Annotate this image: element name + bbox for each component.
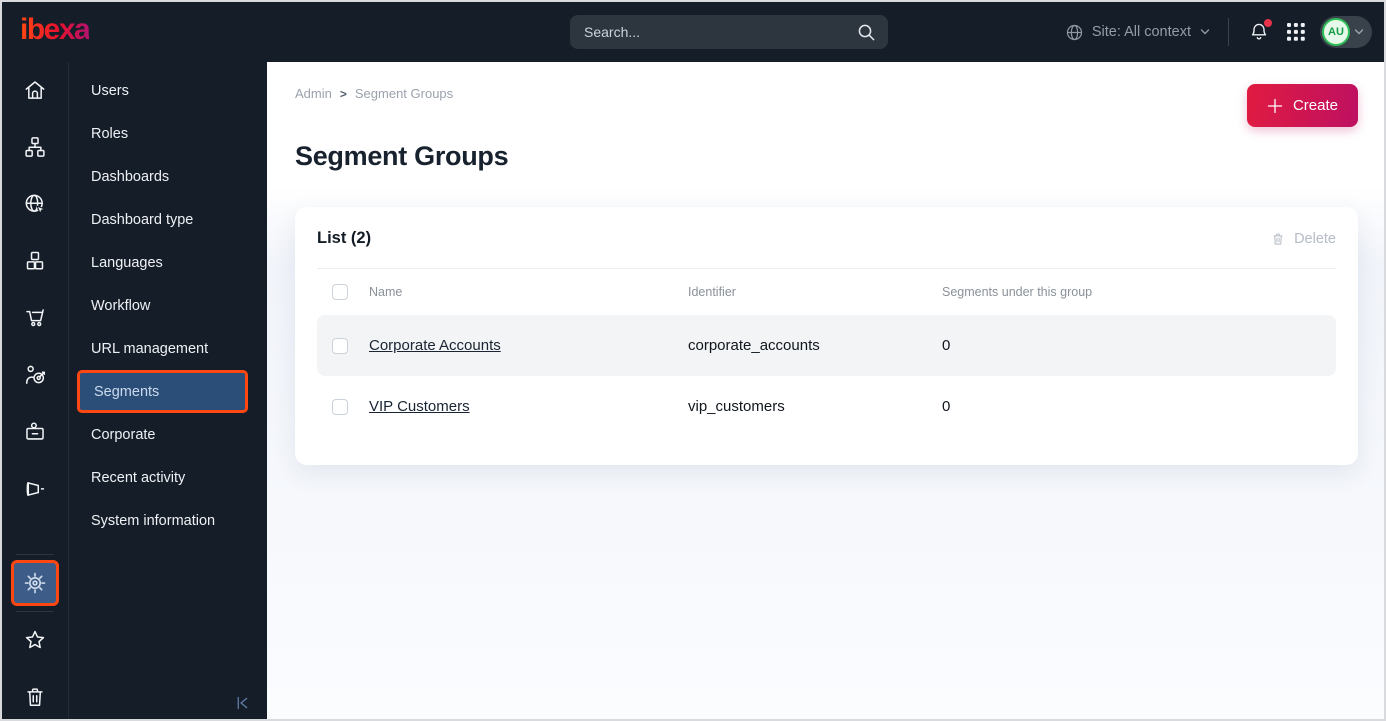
menu-item-users[interactable]: Users <box>69 69 267 112</box>
star-icon <box>22 627 48 653</box>
nav-home[interactable] <box>2 62 68 119</box>
delete-button-label: Delete <box>1294 230 1336 247</box>
page-title: Segment Groups <box>295 141 509 171</box>
create-button[interactable]: Create <box>1246 84 1358 127</box>
menu-item-roles[interactable]: Roles <box>69 112 267 155</box>
apps-grid-button[interactable] <box>1285 21 1307 43</box>
menu-item-segments-active[interactable]: Segments <box>77 370 248 413</box>
topbar-actions: Site: All context AU <box>1065 2 1372 62</box>
segment-group-link[interactable]: Corporate Accounts <box>369 337 501 354</box>
content-tree-icon <box>22 134 48 160</box>
cart-icon <box>22 305 48 331</box>
boxes-icon <box>22 248 48 274</box>
globe-cursor-icon <box>22 191 48 217</box>
trash-icon <box>1270 231 1286 247</box>
breadcrumb: Admin > Segment Groups <box>295 86 1358 101</box>
list-title: List (2) <box>317 229 372 247</box>
ibexa-logo: ibexa <box>20 15 91 49</box>
column-header-segments: Segments under this group <box>942 285 1093 299</box>
breadcrumb-admin[interactable]: Admin <box>295 86 332 101</box>
table-header-row: Name Identifier Segments under this grou… <box>317 269 1336 315</box>
rail-divider <box>16 611 54 613</box>
chevron-down-icon <box>1199 26 1211 38</box>
row-identifier: vip_customers <box>688 398 785 415</box>
menu-item-dashboard-type[interactable]: Dashboard type <box>69 198 267 241</box>
megaphone-icon <box>22 476 48 502</box>
segment-groups-list-card: List (2) Delete Name Identifier Segments… <box>295 207 1358 465</box>
table-row: VIP Customers vip_customers 0 <box>317 376 1336 437</box>
row-checkbox[interactable] <box>332 337 348 354</box>
user-menu[interactable]: AU <box>1320 16 1372 48</box>
column-header-name: Name <box>369 285 403 299</box>
main-content: Admin > Segment Groups Create Segment Gr… <box>267 62 1384 719</box>
grid-icon <box>1287 23 1305 41</box>
nav-content-tree[interactable] <box>2 119 68 176</box>
row-segments-count: 0 <box>942 398 951 415</box>
site-context-selector[interactable]: Site: All context <box>1065 23 1211 42</box>
search-input[interactable] <box>584 24 856 40</box>
topbar-divider <box>1228 18 1229 46</box>
menu-item-recent-activity[interactable]: Recent activity <box>69 456 267 499</box>
nav-site[interactable] <box>2 176 68 233</box>
menu-item-system-information[interactable]: System information <box>69 499 267 542</box>
icon-rail <box>2 62 69 719</box>
table-row: Corporate Accounts corporate_accounts 0 <box>317 315 1336 376</box>
menu-item-languages[interactable]: Languages <box>69 241 267 284</box>
nav-customer-portal[interactable] <box>2 403 68 460</box>
column-header-identifier: Identifier <box>688 285 736 299</box>
notification-badge <box>1264 19 1272 27</box>
notifications-button[interactable] <box>1246 19 1272 45</box>
topbar: ibexa Site: All context <box>2 2 1384 62</box>
person-target-icon <box>22 362 48 388</box>
avatar: AU <box>1322 18 1350 46</box>
nav-personalization[interactable] <box>2 347 68 404</box>
breadcrumb-separator: > <box>339 86 347 101</box>
create-button-label: Create <box>1292 97 1338 114</box>
row-identifier: corporate_accounts <box>688 337 820 354</box>
nav-commerce[interactable] <box>2 290 68 347</box>
nav-admin-active[interactable] <box>11 560 59 607</box>
gear-icon <box>22 570 48 596</box>
collapse-icon <box>231 693 251 713</box>
trash-icon <box>22 684 48 710</box>
delete-button[interactable]: Delete <box>1270 231 1336 247</box>
search-icon[interactable] <box>856 22 876 42</box>
nav-products[interactable] <box>2 233 68 290</box>
menu-item-workflow[interactable]: Workflow <box>69 284 267 327</box>
home-icon <box>22 77 48 103</box>
nav-trash[interactable] <box>2 675 68 719</box>
chevron-down-icon <box>1353 26 1365 38</box>
select-all-checkbox[interactable] <box>332 284 348 300</box>
menu-item-url-management[interactable]: URL management <box>69 327 267 370</box>
row-checkbox[interactable] <box>332 398 348 415</box>
nav-campaigns[interactable] <box>2 460 68 517</box>
menu-item-dashboards[interactable]: Dashboards <box>69 155 267 198</box>
admin-menu: Users Roles Dashboards Dashboard type La… <box>69 62 267 719</box>
search-bar <box>570 15 888 49</box>
plus-icon <box>1267 98 1283 114</box>
menu-item-corporate[interactable]: Corporate <box>69 413 267 456</box>
badge-icon <box>22 419 48 445</box>
segment-group-link[interactable]: VIP Customers <box>369 398 470 415</box>
site-context-label: Site: All context <box>1091 24 1191 40</box>
rail-divider <box>16 554 54 556</box>
nav-bookmarks[interactable] <box>2 618 68 662</box>
row-segments-count: 0 <box>942 337 951 354</box>
collapse-sidebar-button[interactable] <box>231 693 251 713</box>
breadcrumb-current: Segment Groups <box>354 86 454 101</box>
app-window: ibexa Site: All context <box>0 0 1386 721</box>
globe-icon <box>1065 23 1084 42</box>
